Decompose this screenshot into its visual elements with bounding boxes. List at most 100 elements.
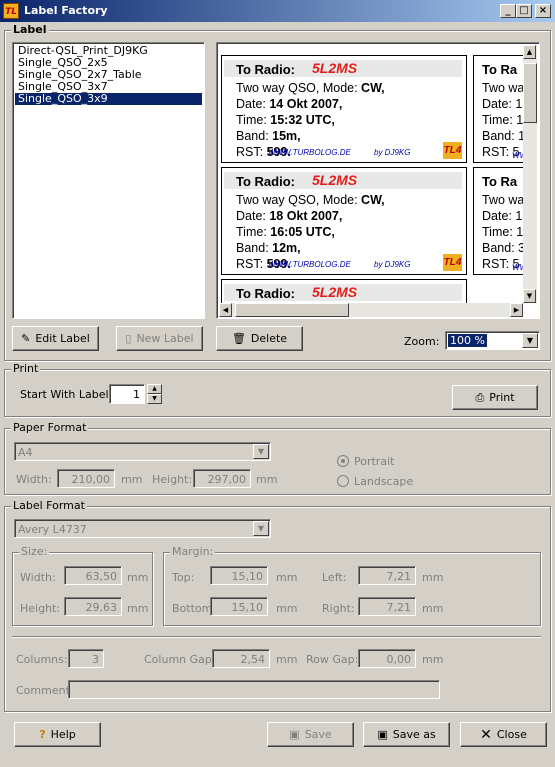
date-value: 18 Okt 2007, [269, 209, 343, 223]
label-height-unit: mm [127, 602, 149, 615]
band-line: Band: 3 [482, 241, 523, 255]
qso-line: Two way QSO, Mode: CW, [236, 193, 385, 207]
landscape-label: Landscape [354, 475, 414, 488]
scroll-right-icon[interactable]: ▶ [510, 303, 523, 317]
time-value: 15:32 UTC, [270, 113, 335, 127]
margin-right-label: Right: [322, 602, 355, 615]
label-list[interactable]: Direct-QSL_Print_DJ9KG Single_QSO_2x5 Sing… [12, 42, 205, 319]
row-gap-label: Row Gap: [306, 653, 359, 666]
time-value: 16:05 UTC, [270, 225, 335, 239]
vertical-scroll-thumb[interactable] [523, 63, 537, 123]
margin-bottom-field[interactable]: 15,10 [210, 597, 268, 616]
time-label: Time: [236, 225, 271, 239]
chevron-down-icon[interactable]: ▼ [522, 333, 538, 348]
label-card-partial: To Ra Two wa Date: 1 Time: 1 Band: 1 RST… [473, 55, 523, 163]
chevron-down-icon[interactable]: ▼ [253, 444, 269, 459]
label-group-title: Label [11, 23, 49, 36]
label-format-value: Avery L4737 [18, 523, 87, 536]
print-group-title: Print [11, 362, 41, 375]
chevron-down-icon[interactable]: ▼ [253, 521, 269, 536]
label-height-label: Height: [20, 602, 61, 615]
margin-left-field[interactable]: 7,21 [358, 566, 416, 585]
portrait-radio[interactable] [337, 455, 349, 467]
help-button[interactable]: ? Help [14, 722, 101, 747]
spin-down-icon[interactable]: ▼ [147, 394, 162, 404]
paper-format-select[interactable]: A4 ▼ [14, 442, 271, 461]
edit-label-button[interactable]: ✎ Edit Label [12, 326, 99, 351]
question-icon: ? [39, 728, 46, 741]
qso-line: Two way QSO, Mode: CW, [236, 81, 385, 95]
row-gap-unit: mm [422, 653, 444, 666]
minimize-button[interactable]: _ [500, 4, 516, 18]
margin-top-field[interactable]: 15,10 [210, 566, 268, 585]
columns-field[interactable]: 3 [68, 649, 104, 668]
divider [12, 636, 541, 638]
label-card-partial: To Ra Two wa Date: 1 Time: 1 Band: 3 RST… [473, 167, 523, 275]
columns-label: Columns: [16, 653, 68, 666]
scroll-left-icon[interactable]: ◀ [219, 303, 232, 317]
row-gap-field[interactable]: 0,00 [358, 649, 416, 668]
zoom-select[interactable]: 100 % ▼ [445, 331, 540, 350]
comment-field[interactable] [68, 680, 440, 699]
date-line: Date: 1 [482, 97, 523, 111]
save-button[interactable]: ▣ Save [267, 722, 354, 747]
paper-width-field[interactable]: 210,00 [57, 469, 115, 488]
trash-icon: 🗑 [231, 332, 246, 345]
to-radio-text: To Radio: [236, 286, 295, 301]
label-height-field[interactable]: 29,63 [64, 597, 122, 616]
column-gap-field[interactable]: 2,54 [212, 649, 270, 668]
print-button[interactable]: ⎙ Print [452, 385, 538, 410]
spin-up-icon[interactable]: ▲ [147, 384, 162, 394]
maximize-button[interactable]: □ [516, 4, 532, 18]
margin-left-unit: mm [422, 571, 444, 584]
label-format-select[interactable]: Avery L4737 ▼ [14, 519, 271, 538]
label-card: To Radio: 5L2MS Two way QSO, Mode: CW, D… [221, 55, 467, 163]
label-format-title: Label Format [11, 499, 87, 512]
url-text: WWW.TURBOLOG.DE [268, 260, 351, 269]
band-line: Band: 15m, [236, 129, 301, 143]
qso-text: Two way QSO, Mode: [236, 193, 362, 207]
callsign-text: 5L2MS [312, 60, 358, 76]
qso-line: Two wa [482, 193, 523, 207]
scroll-up-icon[interactable]: ▲ [523, 45, 536, 59]
label-width-unit: mm [127, 571, 149, 584]
paper-width-unit: mm [121, 473, 143, 486]
floppy-edit-icon: ▣ [377, 728, 388, 741]
window-title: Label Factory [24, 4, 108, 17]
new-label-button[interactable]: ▯ New Label [116, 326, 203, 351]
band-line: Band: 12m, [236, 241, 301, 255]
label-width-field[interactable]: 63,50 [64, 566, 122, 585]
margin-right-field[interactable]: 7,21 [358, 597, 416, 616]
printer-icon: ⎙ [475, 390, 485, 404]
margin-right-unit: mm [422, 602, 444, 615]
delete-button[interactable]: 🗑 Delete [216, 326, 303, 351]
start-label-input[interactable]: 1 [109, 384, 145, 404]
landscape-radio[interactable] [337, 475, 349, 487]
vertical-scrollbar[interactable]: ▲ ▼ [523, 45, 537, 303]
horizontal-scrollbar[interactable]: ◀ ▶ [219, 303, 523, 317]
paper-height-field[interactable]: 297,00 [193, 469, 251, 488]
comment-label: Comment: [16, 684, 74, 697]
save-as-button[interactable]: ▣ Save as [363, 722, 450, 747]
label-card: To Radio: 5L2MS [221, 279, 467, 303]
by-text: by DJ9KG [374, 260, 411, 269]
preview-viewport: To Radio: 5L2MS Two way QSO, Mode: CW, D… [219, 45, 523, 303]
rst-label: RST: [236, 145, 267, 159]
close-button[interactable]: ✕ Close [460, 722, 547, 747]
mode-text: CW, [361, 81, 385, 95]
scroll-down-icon[interactable]: ▼ [523, 289, 536, 303]
to-radio-text: To Radio: [236, 62, 295, 77]
print-text: Print [489, 391, 515, 404]
label-card: To Radio: 5L2MS Two way QSO, Mode: CW, D… [221, 167, 467, 275]
save-text: Save [304, 728, 332, 741]
edit-icon: ✎ [21, 332, 31, 345]
margin-bottom-unit: mm [276, 602, 298, 615]
qso-line: Two wa [482, 81, 523, 95]
band-label: Band: [236, 241, 273, 255]
new-label-text: New Label [136, 332, 194, 345]
size-title: Size: [19, 545, 50, 558]
list-item[interactable]: Single_QSO_3x9 [15, 93, 202, 105]
horizontal-scroll-thumb[interactable] [235, 303, 349, 317]
close-window-button[interactable]: × [535, 4, 551, 18]
label-width-label: Width: [20, 571, 56, 584]
